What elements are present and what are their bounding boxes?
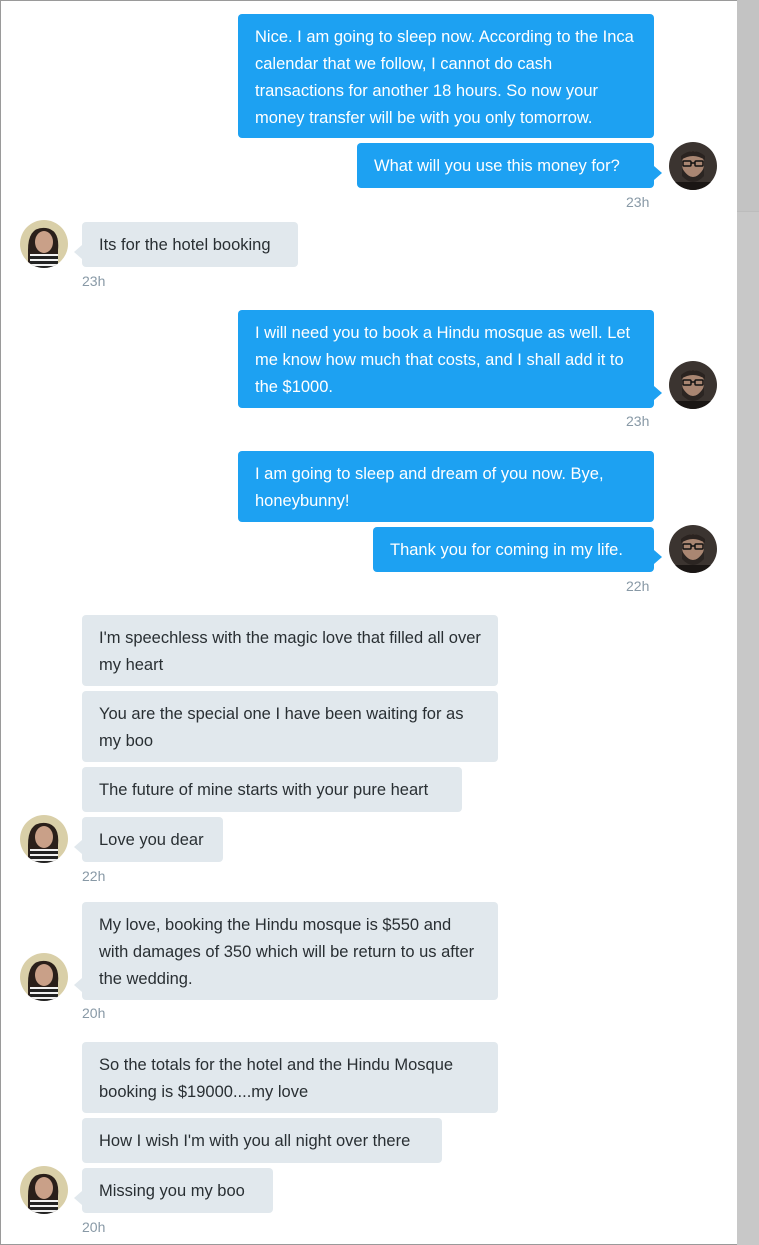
message-text: Missing you my boo [99, 1182, 245, 1200]
message-text: How I wish I'm with you all night over t… [99, 1132, 411, 1150]
woman-avatar-icon[interactable] [20, 953, 68, 1001]
scrollbar-thumb[interactable] [737, 0, 759, 212]
bearded-man-avatar-icon[interactable] [669, 142, 717, 190]
message-text: Nice. I am going to sleep now. According… [255, 28, 634, 127]
sent-message[interactable]: Thank you for coming in my life. [373, 527, 662, 572]
message-text: You are the special one I have been wait… [99, 705, 464, 750]
message-text: The future of mine starts with your pure… [99, 781, 429, 799]
sent-message[interactable]: Nice. I am going to sleep now. According… [238, 14, 654, 138]
received-message[interactable]: The future of mine starts with your pure… [82, 767, 462, 812]
received-message[interactable]: Missing you my boo [74, 1168, 273, 1213]
timestamp: 20h [82, 1005, 106, 1021]
message-text: Love you dear [99, 831, 204, 849]
bearded-man-avatar-icon[interactable] [669, 525, 717, 573]
timestamp: 23h [626, 413, 650, 429]
message-text: Its for the hotel booking [99, 236, 271, 254]
received-message[interactable]: Its for the hotel booking [74, 222, 298, 267]
message-text: What will you use this money for? [374, 157, 620, 175]
vertical-scrollbar[interactable] [737, 0, 759, 1245]
received-message[interactable]: You are the special one I have been wait… [82, 691, 498, 762]
received-message[interactable]: I'm speechless with the magic love that … [82, 615, 498, 686]
timestamp: 22h [82, 868, 106, 884]
received-message[interactable]: My love, booking the Hindu mosque is $55… [74, 902, 498, 1000]
woman-avatar-icon[interactable] [20, 1166, 68, 1214]
timestamp: 23h [82, 273, 106, 289]
conversation-thread[interactable]: Nice. I am going to sleep now. According… [0, 0, 737, 1245]
received-message[interactable]: How I wish I'm with you all night over t… [82, 1118, 442, 1163]
message-text: My love, booking the Hindu mosque is $55… [99, 916, 475, 988]
bearded-man-avatar-icon[interactable] [669, 361, 717, 409]
received-message[interactable]: Love you dear [74, 817, 223, 862]
message-text: So the totals for the hotel and the Hind… [99, 1056, 454, 1101]
message-text: Thank you for coming in my life. [390, 541, 623, 559]
sent-message[interactable]: I will need you to book a Hindu mosque a… [238, 310, 662, 408]
timestamp: 23h [626, 194, 650, 210]
sent-message[interactable]: What will you use this money for? [357, 143, 662, 188]
woman-avatar-icon[interactable] [20, 815, 68, 863]
timestamp: 22h [626, 578, 650, 594]
sent-message[interactable]: I am going to sleep and dream of you now… [238, 451, 654, 522]
received-message[interactable]: So the totals for the hotel and the Hind… [82, 1042, 498, 1113]
message-text: I will need you to book a Hindu mosque a… [255, 324, 631, 396]
timestamp: 20h [82, 1219, 106, 1235]
message-text: I am going to sleep and dream of you now… [255, 465, 604, 510]
woman-avatar-icon[interactable] [20, 220, 68, 268]
message-text: I'm speechless with the magic love that … [99, 629, 481, 674]
